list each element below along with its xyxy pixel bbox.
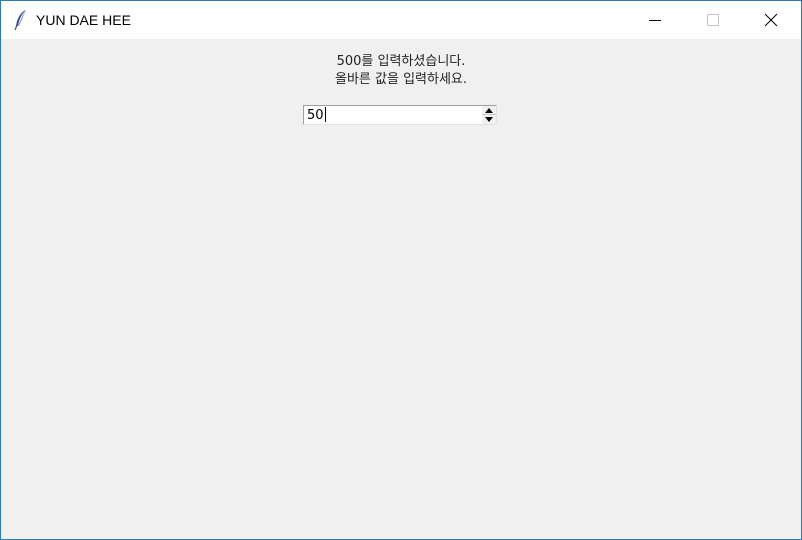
spinbox-buttons xyxy=(482,106,496,124)
message-line-2: 올바른 값을 입력하세요. xyxy=(335,72,467,87)
message-line-1: 500를 입력하셨습니다. xyxy=(336,54,466,69)
error-message: 500를 입력하셨습니다. 올바른 값을 입력하세요. xyxy=(301,53,501,89)
maximize-button[interactable] xyxy=(690,1,736,39)
minimize-button[interactable] xyxy=(632,1,678,39)
close-button[interactable] xyxy=(748,1,794,39)
arrow-up-icon xyxy=(485,108,493,113)
title-bar[interactable]: YUN DAE HEE xyxy=(1,1,801,39)
number-spinbox[interactable]: 50 xyxy=(303,105,497,125)
app-window: YUN DAE HEE 500를 입력하셨습니다. 올바른 값을 입력하세요. … xyxy=(0,0,802,540)
close-icon xyxy=(764,13,778,27)
spinbox-input[interactable]: 50 xyxy=(307,107,326,124)
feather-icon xyxy=(13,9,29,31)
arrow-down-icon xyxy=(485,117,493,122)
client-area: 500를 입력하셨습니다. 올바른 값을 입력하세요. 50 xyxy=(1,39,801,539)
text-caret xyxy=(324,107,326,122)
window-title: YUN DAE HEE xyxy=(36,12,131,28)
spin-up-button[interactable] xyxy=(482,106,496,115)
minimize-icon xyxy=(649,20,661,21)
spinbox-value: 50 xyxy=(307,108,324,123)
maximize-icon xyxy=(707,14,719,26)
spin-down-button[interactable] xyxy=(482,115,496,124)
